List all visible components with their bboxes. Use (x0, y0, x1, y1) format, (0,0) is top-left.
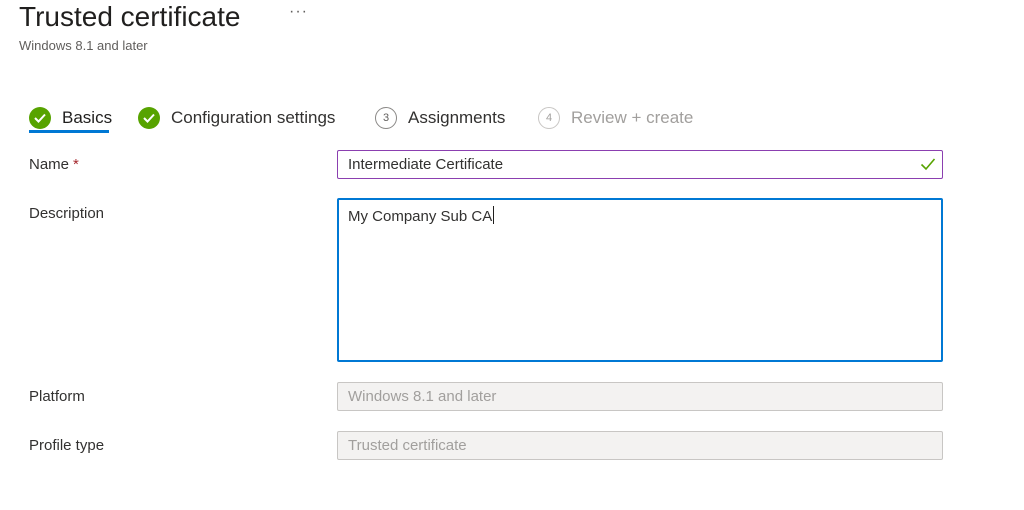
step-number-badge: 3 (375, 107, 397, 129)
page-title: Trusted certificate (19, 1, 241, 32)
text-cursor (493, 206, 495, 224)
profile-type-label: Profile type (29, 437, 105, 454)
description-textarea[interactable]: My Company Sub CA (337, 198, 943, 362)
step-assignments[interactable]: 3 Assignments (375, 100, 505, 136)
description-value: My Company Sub CA (348, 208, 493, 225)
valid-checkmark-icon (920, 158, 936, 171)
name-input[interactable]: Intermediate Certificate (337, 150, 943, 179)
description-label: Description (29, 205, 105, 222)
step-configuration-settings-label: Configuration settings (171, 108, 336, 127)
profile-type-value: Trusted certificate (348, 437, 467, 454)
name-label: Name * (29, 156, 79, 173)
active-step-indicator (29, 130, 109, 133)
platform-field: Windows 8.1 and later (337, 382, 943, 411)
step-configuration-settings[interactable]: Configuration settings (138, 100, 335, 136)
required-marker: * (73, 156, 79, 173)
profile-type-field: Trusted certificate (337, 431, 943, 460)
page-subtitle: Windows 8.1 and later (19, 38, 148, 53)
step-review-create[interactable]: 4 Review + create (538, 100, 693, 136)
profile-basics-page: Trusted certificate ··· Windows 8.1 and … (0, 0, 1024, 510)
more-options-button[interactable]: ··· (289, 2, 308, 22)
step-basics-label: Basics (62, 108, 113, 127)
checkmark-circle-icon (29, 107, 51, 129)
step-number-badge: 4 (538, 107, 560, 129)
platform-label: Platform (29, 388, 85, 405)
name-input-value: Intermediate Certificate (348, 156, 504, 173)
platform-value: Windows 8.1 and later (348, 388, 497, 405)
step-assignments-label: Assignments (408, 108, 506, 127)
checkmark-circle-icon (138, 107, 160, 129)
step-review-create-label: Review + create (571, 108, 694, 127)
